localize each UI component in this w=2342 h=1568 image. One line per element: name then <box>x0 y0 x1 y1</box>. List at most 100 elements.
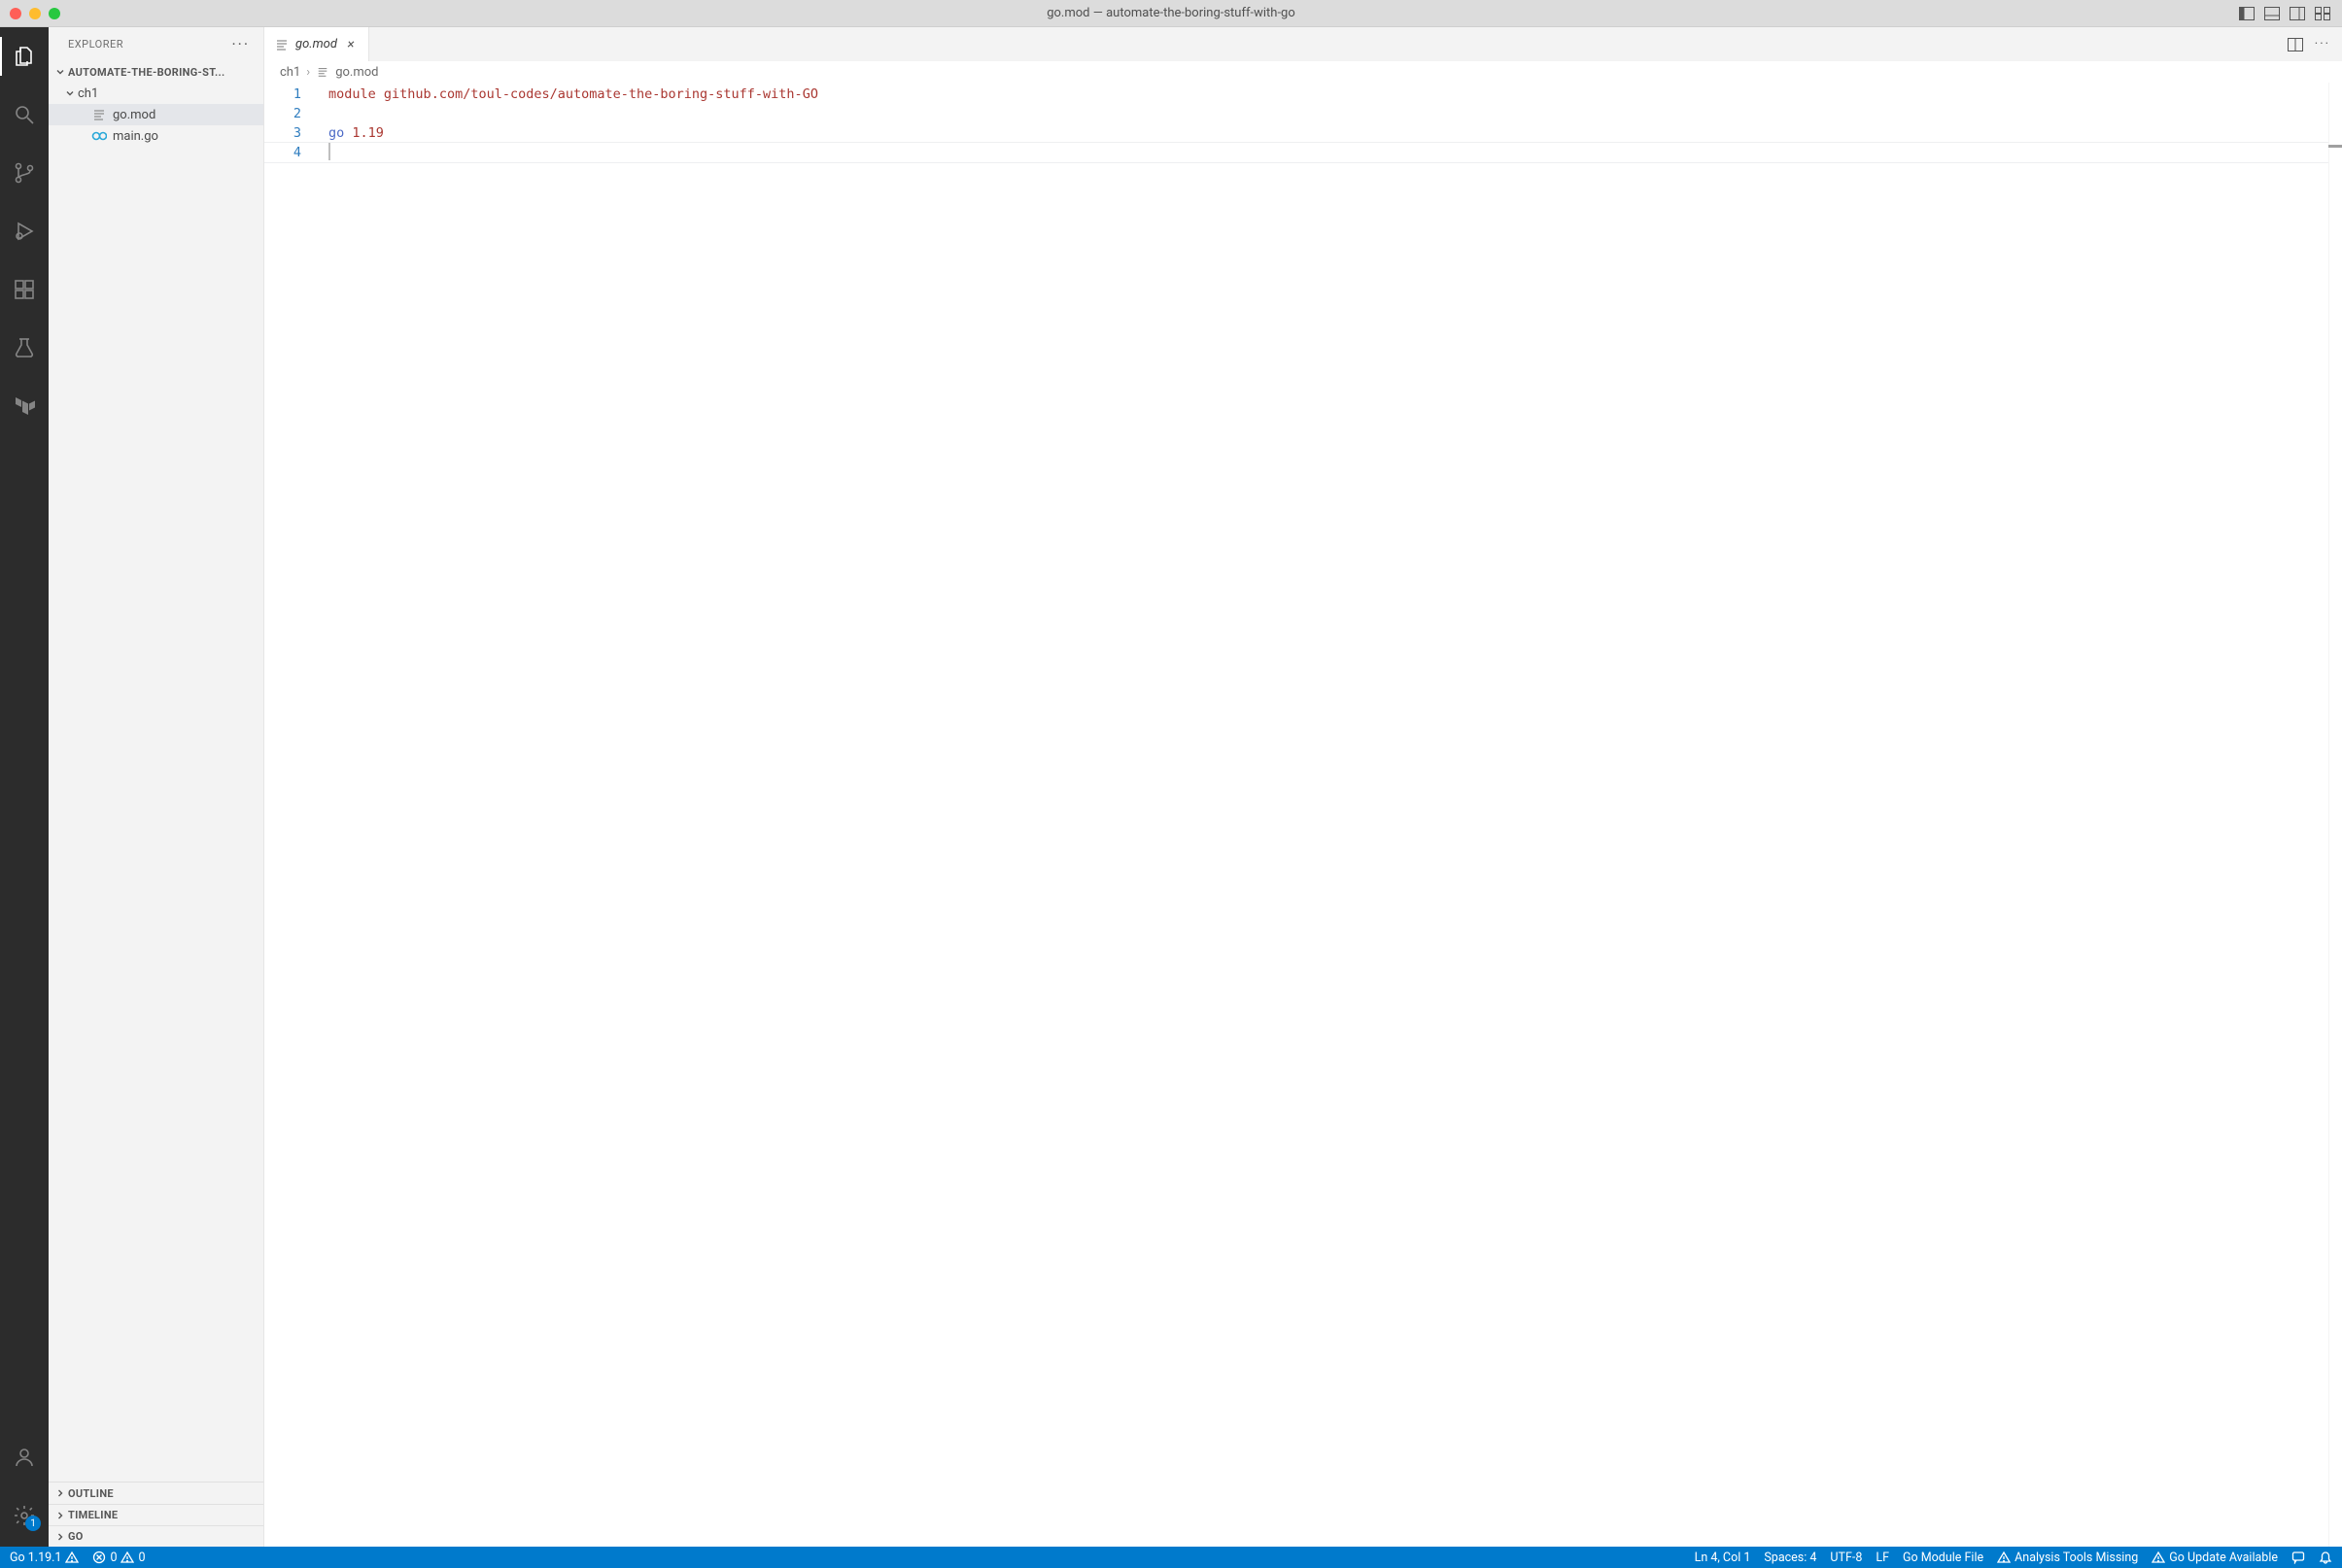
section-label: OUTLINE <box>68 1487 114 1500</box>
status-notifications[interactable] <box>2319 1551 2332 1564</box>
code-line: go 1.19 <box>328 123 2342 143</box>
terraform-activity[interactable] <box>0 387 49 426</box>
go-file-icon <box>91 128 107 144</box>
window-controls <box>0 8 60 19</box>
error-count: 0 <box>110 1551 117 1565</box>
feedback-icon <box>2291 1551 2305 1564</box>
settings-activity[interactable]: 1 <box>0 1496 49 1535</box>
text-cursor <box>328 143 330 160</box>
chevron-down-icon <box>62 87 78 99</box>
folder-ch1[interactable]: ch1 <box>49 83 263 104</box>
close-icon[interactable]: × <box>343 37 359 52</box>
bell-icon <box>2319 1551 2332 1564</box>
warning-triangle-icon <box>121 1551 134 1564</box>
debug-icon <box>13 220 36 243</box>
folder-label: ch1 <box>78 86 98 101</box>
settings-badge: 1 <box>25 1516 41 1531</box>
status-go-version[interactable]: Go 1.19.1 <box>10 1551 79 1565</box>
editor-area: go.mod × ··· ch1 › go.mod 1 2 3 <box>264 27 2342 1547</box>
activity-bar-top <box>0 37 49 426</box>
extensions-activity[interactable] <box>0 270 49 309</box>
status-cursor-position[interactable]: Ln 4, Col 1 <box>1695 1551 1751 1565</box>
warning-triangle-icon <box>65 1551 79 1564</box>
file-main-go[interactable]: main.go <box>49 125 263 147</box>
activity-bar: 1 <box>0 27 49 1547</box>
account-icon <box>13 1446 36 1469</box>
file-label: main.go <box>113 129 158 144</box>
line-number: 3 <box>264 123 301 143</box>
explorer-sidebar: EXPLORER ··· AUTOMATE-THE-BORING-ST... c… <box>49 27 264 1547</box>
toggle-panel-icon[interactable] <box>2264 7 2280 20</box>
split-editor-icon[interactable] <box>2288 38 2303 51</box>
files-icon <box>13 45 36 68</box>
section-label: TIMELINE <box>68 1509 118 1521</box>
lines-file-icon <box>91 107 107 122</box>
collapsed-sections: OUTLINE TIMELINE GO <box>49 1482 263 1547</box>
status-right: Ln 4, Col 1 Spaces: 4 UTF-8 LF Go Module… <box>1695 1551 2342 1565</box>
vscode-window: go.mod — automate-the-boring-stuff-with-… <box>0 0 2342 1568</box>
status-feedback[interactable] <box>2291 1551 2305 1564</box>
extensions-icon <box>13 278 36 301</box>
source-control-activity[interactable] <box>0 153 49 192</box>
search-activity[interactable] <box>0 95 49 134</box>
titlebar-layout-controls <box>2239 7 2342 20</box>
status-analysis-tools[interactable]: Analysis Tools Missing <box>1997 1551 2138 1565</box>
beaker-icon <box>13 336 36 359</box>
outline-section[interactable]: OUTLINE <box>49 1483 263 1504</box>
lines-file-icon <box>274 37 290 52</box>
tabs-row: go.mod × ··· <box>264 27 2342 61</box>
run-debug-activity[interactable] <box>0 212 49 251</box>
overview-ruler[interactable] <box>2328 83 2342 1547</box>
toggle-secondary-sidebar-icon[interactable] <box>2290 7 2305 20</box>
file-label: go.mod <box>113 108 155 122</box>
chevron-right-icon <box>52 1510 68 1521</box>
breadcrumb-folder[interactable]: ch1 <box>280 65 300 80</box>
status-indentation[interactable]: Spaces: 4 <box>1764 1551 1816 1565</box>
more-actions-icon[interactable]: ··· <box>2315 37 2330 51</box>
window-title: go.mod — automate-the-boring-stuff-with-… <box>0 6 2342 20</box>
toggle-primary-sidebar-icon[interactable] <box>2239 7 2255 20</box>
project-section-header[interactable]: AUTOMATE-THE-BORING-ST... <box>49 61 263 83</box>
file-tree: ch1 go.mod main.go <box>49 83 263 1482</box>
sidebar-header: EXPLORER ··· <box>49 27 263 61</box>
warning-count: 0 <box>138 1551 145 1565</box>
tab-actions: ··· <box>2288 27 2342 61</box>
error-circle-icon <box>92 1551 106 1564</box>
chevron-right-icon <box>52 1487 68 1499</box>
activity-bar-bottom: 1 <box>0 1438 49 1547</box>
git-branch-icon <box>13 161 36 185</box>
status-language-mode[interactable]: Go Module File <box>1903 1551 1983 1565</box>
project-name: AUTOMATE-THE-BORING-ST... <box>68 66 225 79</box>
minimize-window-button[interactable] <box>29 8 41 19</box>
status-eol[interactable]: LF <box>1876 1551 1889 1565</box>
status-bar: Go 1.19.1 0 0 Ln 4, Col 1 Spaces: 4 UTF-… <box>0 1547 2342 1568</box>
line-number: 2 <box>264 104 301 123</box>
breadcrumb-file[interactable]: go.mod <box>335 65 378 80</box>
accounts-activity[interactable] <box>0 1438 49 1477</box>
code-editor[interactable]: 1 2 3 4 module github.com/toul-codes/aut… <box>264 83 2342 1547</box>
section-label: GO <box>68 1530 84 1543</box>
titlebar: go.mod — automate-the-boring-stuff-with-… <box>0 0 2342 27</box>
go-section[interactable]: GO <box>49 1525 263 1547</box>
status-encoding[interactable]: UTF-8 <box>1830 1551 1862 1565</box>
workbench-body: 1 EXPLORER ··· AUTOMATE-THE-BORING-ST...… <box>0 27 2342 1547</box>
overview-mark <box>2328 145 2342 148</box>
line-number: 1 <box>264 85 301 104</box>
testing-activity[interactable] <box>0 328 49 367</box>
file-go-mod[interactable]: go.mod <box>49 104 263 125</box>
code-line: module github.com/toul-codes/automate-th… <box>328 85 2342 104</box>
code-content[interactable]: module github.com/toul-codes/automate-th… <box>328 85 2342 162</box>
fullscreen-window-button[interactable] <box>49 8 60 19</box>
status-problems[interactable]: 0 0 <box>92 1551 145 1565</box>
status-go-update[interactable]: Go Update Available <box>2152 1551 2278 1565</box>
code-line <box>328 143 2342 162</box>
explorer-activity[interactable] <box>0 37 49 76</box>
sidebar-more-icon[interactable]: ··· <box>231 35 250 53</box>
warning-triangle-icon <box>2152 1551 2165 1564</box>
line-number: 4 <box>264 143 301 162</box>
customize-layout-icon[interactable] <box>2315 7 2330 20</box>
close-window-button[interactable] <box>10 8 21 19</box>
timeline-section[interactable]: TIMELINE <box>49 1504 263 1525</box>
breadcrumbs[interactable]: ch1 › go.mod <box>264 61 2342 83</box>
tab-go-mod[interactable]: go.mod × <box>264 27 369 61</box>
